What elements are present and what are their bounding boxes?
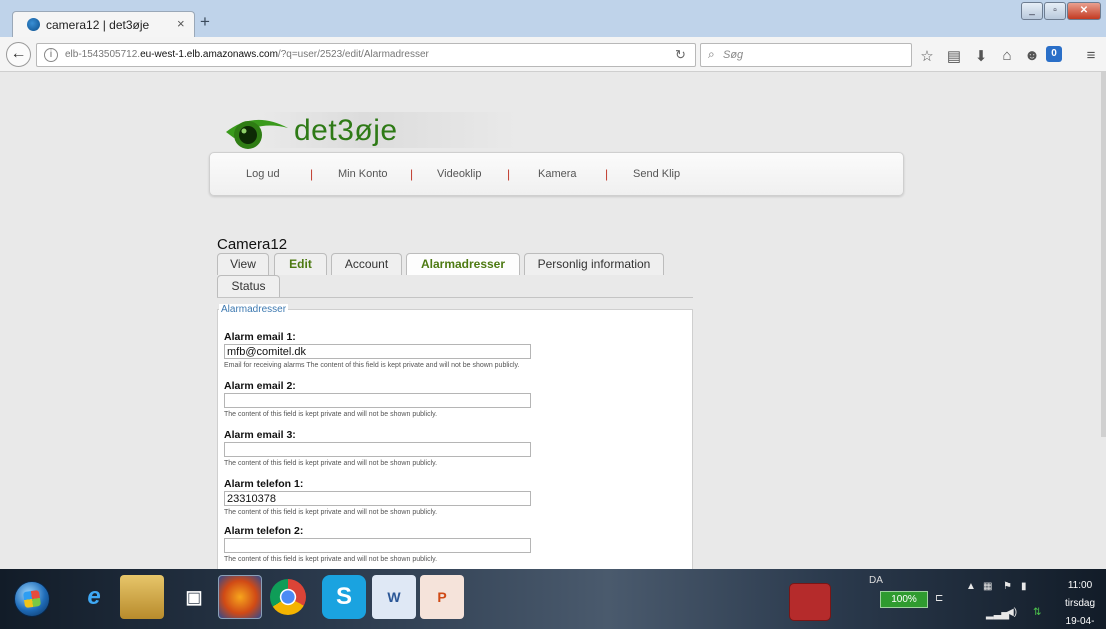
browser-tab[interactable]: camera12 | det3øje × bbox=[12, 11, 195, 37]
battery-indicator[interactable]: 100% bbox=[880, 591, 928, 608]
maximize-window-button[interactable]: ▫ bbox=[1044, 2, 1066, 20]
field-label: Alarm email 3: bbox=[224, 429, 296, 441]
skype-icon[interactable]: S bbox=[322, 575, 366, 619]
search-box[interactable]: ⌕ Søg bbox=[700, 43, 912, 67]
tab-view[interactable]: View bbox=[217, 253, 269, 275]
field-label: Alarm email 2: bbox=[224, 380, 296, 392]
menu-videoklip[interactable]: Videoklip bbox=[437, 168, 481, 180]
tabs-divider bbox=[217, 297, 693, 298]
url-prefix: elb-1543505712. bbox=[65, 49, 141, 60]
field-alarm-telefon-2: Alarm telefon 2: The content of this fie… bbox=[224, 525, 684, 564]
field-description: The content of this field is kept privat… bbox=[224, 509, 438, 516]
field-description: The content of this field is kept privat… bbox=[224, 460, 438, 467]
firefox-icon[interactable] bbox=[218, 575, 262, 619]
back-arrow-icon[interactable]: ← bbox=[6, 42, 31, 67]
alarm-telefon-2-input[interactable] bbox=[224, 538, 531, 553]
url-domain: eu-west-1.elb.amazonaws.com bbox=[140, 49, 278, 60]
reload-icon[interactable]: ↻ bbox=[675, 47, 686, 63]
taskbar-clock[interactable]: 11:00 tirsdag 19-04-2016 bbox=[1060, 577, 1100, 629]
field-alarm-telefon-1: Alarm telefon 1: The content of this fie… bbox=[224, 478, 684, 517]
search-placeholder: Søg bbox=[723, 49, 744, 61]
word-icon[interactable]: W bbox=[372, 575, 416, 619]
page-scrollbar[interactable] bbox=[1101, 72, 1106, 437]
powerpoint-icon[interactable]: P bbox=[420, 575, 464, 619]
alarmadresser-fieldset: Alarmadresser Alarm email 1: Email for r… bbox=[217, 304, 693, 569]
field-description: The content of this field is kept privat… bbox=[224, 556, 438, 563]
sync-icon[interactable]: ⇅ bbox=[1033, 607, 1041, 618]
menu-separator: | bbox=[410, 167, 414, 181]
search-icon: ⌕ bbox=[708, 47, 715, 61]
device-icon[interactable]: ▮ bbox=[1021, 581, 1027, 592]
field-label: Alarm email 1: bbox=[224, 331, 296, 343]
alarm-email-2-input[interactable] bbox=[224, 393, 531, 408]
downloads-icon[interactable]: ⬇ bbox=[972, 47, 990, 65]
windows-taskbar: e ▣ S W P DA 100% ⊏ ▲ ▦ ⚑ ▮ ▂▃▅ ◀) ⇅ 11:… bbox=[0, 569, 1106, 629]
drupal-favicon-icon bbox=[27, 18, 40, 31]
minimize-window-button[interactable]: _ bbox=[1021, 2, 1043, 20]
menu-separator: | bbox=[310, 167, 314, 181]
show-hidden-icons-icon[interactable]: ▲ bbox=[966, 581, 976, 592]
hamburger-menu-icon[interactable]: ≡ bbox=[1082, 47, 1100, 64]
chrome-icon[interactable] bbox=[270, 579, 306, 615]
window-controls: _ ▫ ✕ bbox=[1021, 2, 1101, 20]
tab-account[interactable]: Account bbox=[331, 253, 402, 275]
clock-day: tirsdag bbox=[1064, 598, 1095, 609]
tab-status[interactable]: Status bbox=[217, 275, 280, 297]
tab-personlig-information[interactable]: Personlig information bbox=[524, 253, 664, 275]
field-alarm-email-1: Alarm email 1: Email for receiving alarm… bbox=[224, 331, 684, 370]
page-title: Camera12 bbox=[217, 236, 288, 253]
network-grid-icon[interactable]: ▦ bbox=[983, 581, 992, 592]
power-plug-icon[interactable]: ⊏ bbox=[935, 593, 943, 604]
field-label: Alarm telefon 2: bbox=[224, 525, 304, 537]
media-player-icon[interactable]: ▣ bbox=[172, 575, 216, 619]
alarm-email-3-input[interactable] bbox=[224, 442, 531, 457]
alarm-email-1-input[interactable] bbox=[224, 344, 531, 359]
field-label: Alarm telefon 1: bbox=[224, 478, 304, 490]
start-button[interactable] bbox=[14, 581, 50, 617]
tab-alarmadresser[interactable]: Alarmadresser bbox=[406, 253, 520, 275]
close-window-button[interactable]: ✕ bbox=[1067, 2, 1101, 20]
tab-title: camera12 | det3øje bbox=[46, 18, 150, 32]
logo-text: det3øje bbox=[294, 114, 398, 147]
browser-tab-strip: camera12 | det3øje × + _ ▫ ✕ bbox=[0, 0, 1106, 37]
extension-badge-icon[interactable]: 0 bbox=[1046, 46, 1062, 62]
url-path: /?q=user/2523/edit/Alarmadresser bbox=[277, 49, 429, 60]
tray-app-icon[interactable] bbox=[789, 583, 831, 621]
reading-list-icon[interactable]: ▤ bbox=[945, 47, 963, 65]
field-alarm-email-2: Alarm email 2: The content of this field… bbox=[224, 380, 684, 419]
menu-min-konto[interactable]: Min Konto bbox=[338, 168, 388, 180]
language-indicator[interactable]: DA bbox=[869, 575, 883, 586]
tab-edit[interactable]: Edit bbox=[274, 253, 327, 275]
alarm-telefon-1-input[interactable] bbox=[224, 491, 531, 506]
file-explorer-icon[interactable] bbox=[120, 575, 164, 619]
info-icon[interactable]: i bbox=[44, 48, 58, 62]
close-tab-icon[interactable]: × bbox=[177, 16, 185, 31]
field-description: Email for receiving alarms The content o… bbox=[224, 362, 520, 369]
url-text: elb-1543505712.eu-west-1.elb.amazonaws.c… bbox=[65, 49, 429, 60]
menu-log-ud[interactable]: Log ud bbox=[246, 168, 280, 180]
menu-kamera[interactable]: Kamera bbox=[538, 168, 577, 180]
browser-nav-bar: ← i elb-1543505712.eu-west-1.elb.amazona… bbox=[0, 37, 1106, 72]
new-tab-button[interactable]: + bbox=[200, 12, 210, 32]
eye-logo-icon bbox=[226, 119, 288, 149]
fieldset-legend: Alarmadresser bbox=[219, 304, 289, 315]
address-bar[interactable]: i elb-1543505712.eu-west-1.elb.amazonaws… bbox=[36, 43, 696, 67]
clock-time: 11:00 bbox=[1067, 580, 1093, 591]
field-alarm-email-3: Alarm email 3: The content of this field… bbox=[224, 429, 684, 468]
menu-separator: | bbox=[605, 167, 609, 181]
home-icon[interactable]: ⌂ bbox=[998, 47, 1016, 64]
clock-date: 19-04-2016 bbox=[1065, 616, 1095, 627]
menu-send-klip[interactable]: Send Klip bbox=[633, 168, 680, 180]
internet-explorer-icon[interactable]: e bbox=[72, 575, 116, 619]
action-center-flag-icon[interactable]: ⚑ bbox=[1003, 581, 1012, 592]
volume-icon[interactable]: ◀) bbox=[1006, 607, 1017, 618]
chat-icon[interactable]: ☻ bbox=[1023, 47, 1041, 64]
web-page: det3øje Log ud | Min Konto | Videoklip |… bbox=[0, 72, 1106, 569]
bookmark-star-icon[interactable]: ☆ bbox=[918, 47, 936, 65]
field-description: The content of this field is kept privat… bbox=[224, 411, 438, 418]
menu-separator: | bbox=[507, 167, 511, 181]
main-menu: Log ud | Min Konto | Videoklip | Kamera … bbox=[209, 152, 904, 196]
